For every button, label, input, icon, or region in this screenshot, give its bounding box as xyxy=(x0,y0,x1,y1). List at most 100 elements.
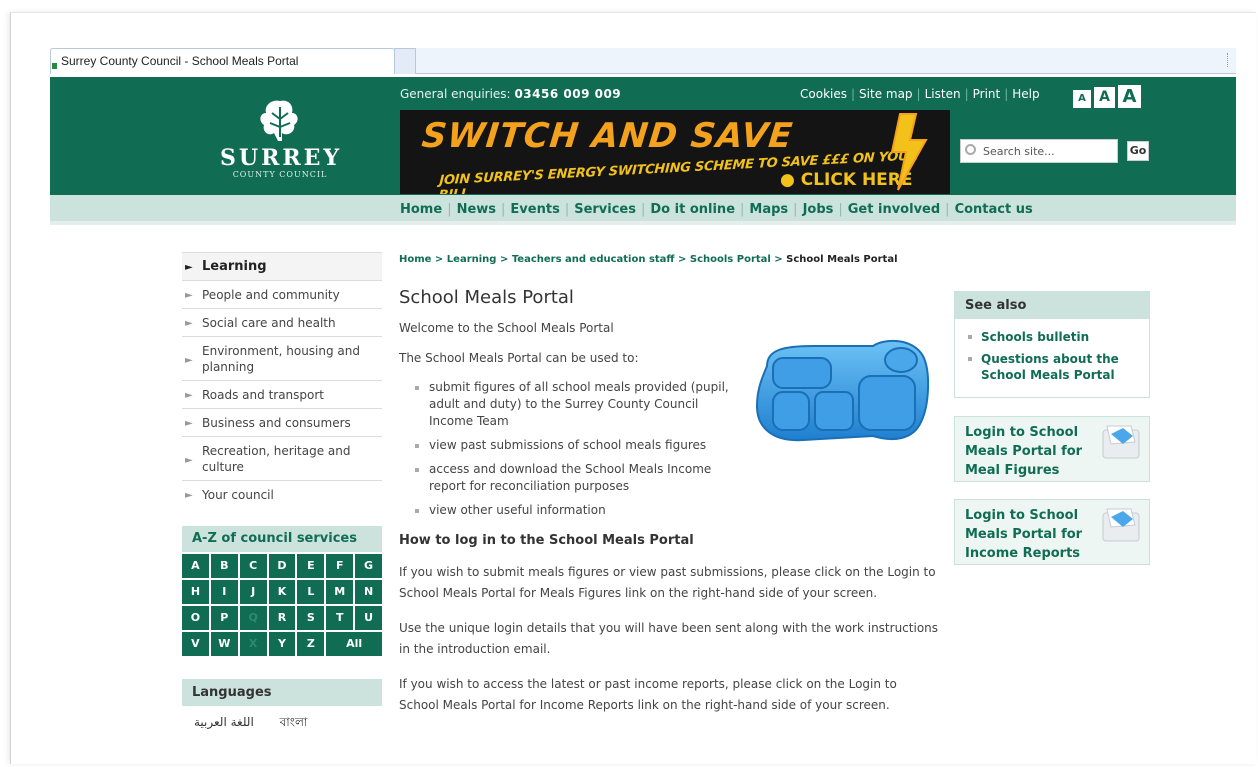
section-nav-learning[interactable]: ► Learning xyxy=(182,252,382,281)
search-input[interactable]: Search site... xyxy=(960,139,1118,163)
howto-para-3: If you wish to access the latest or past… xyxy=(399,677,897,712)
section-nav-environment[interactable]: ► Environment, housing and planning xyxy=(182,337,382,381)
az-letter-a[interactable]: A xyxy=(182,554,209,578)
utility-links: Cookies | Site map | Listen | Print | Help xyxy=(800,87,1040,101)
section-nav-social-care[interactable]: ► Social care and health xyxy=(182,309,382,337)
az-letter-b[interactable]: B xyxy=(210,554,238,578)
chevron-right-icon: ► xyxy=(185,290,193,301)
chevron-right-icon: ► xyxy=(185,390,193,401)
chevron-right-icon: ► xyxy=(185,418,193,429)
az-letter-i[interactable]: I xyxy=(210,580,238,604)
breadcrumb-home[interactable]: Home xyxy=(399,254,431,265)
browser-tab-strip: Surrey County Council - School Meals Por… xyxy=(50,48,1236,74)
section-nav-roads[interactable]: ► Roads and transport xyxy=(182,381,382,409)
az-letter-s[interactable]: S xyxy=(297,606,325,630)
chevron-right-icon: ► xyxy=(185,355,193,366)
nav-news[interactable]: News xyxy=(457,202,496,217)
questions-link[interactable]: Questions about the School Meals Portal xyxy=(965,351,1139,383)
nav-jobs[interactable]: Jobs xyxy=(803,202,834,217)
az-letter-x: X xyxy=(239,632,267,656)
az-letter-f[interactable]: F xyxy=(326,554,354,578)
list-item: view other useful information xyxy=(399,502,739,519)
feature-list: submit figures of all school meals provi… xyxy=(399,379,739,519)
az-letter-r[interactable]: R xyxy=(268,606,296,630)
az-letter-y[interactable]: Y xyxy=(268,632,296,656)
meal-tray-image xyxy=(755,339,930,442)
breadcrumb: Home > Learning > Teachers and education… xyxy=(399,254,898,265)
az-letter-m[interactable]: M xyxy=(326,580,354,604)
text-size-small-button[interactable]: A xyxy=(1073,90,1091,108)
breadcrumb-teachers[interactable]: Teachers and education staff xyxy=(512,254,675,265)
az-letter-c[interactable]: C xyxy=(239,554,267,578)
help-link[interactable]: Help xyxy=(1012,87,1039,101)
surrey-logo[interactable]: SURREY COUNTY COUNCIL xyxy=(220,97,340,187)
nav-maps[interactable]: Maps xyxy=(749,202,788,217)
section-nav-recreation[interactable]: ► Recreation, heritage and culture xyxy=(182,437,382,481)
nav-home[interactable]: Home xyxy=(400,202,442,217)
general-enquiries: General enquiries: 03456 009 009 xyxy=(400,87,621,101)
logo-subtitle: COUNTY COUNCIL xyxy=(232,170,328,179)
az-letter-h[interactable]: H xyxy=(182,580,209,604)
search-go-button[interactable]: Go xyxy=(1127,141,1149,161)
section-nav-your-council[interactable]: ► Your council xyxy=(182,481,382,508)
text-size-large-button[interactable]: A xyxy=(1118,85,1141,108)
az-letter-p[interactable]: P xyxy=(210,606,238,630)
howto-para-1: If you wish to submit meals figures or v… xyxy=(399,565,936,600)
az-letter-d[interactable]: D xyxy=(268,554,296,578)
list-item: view past submissions of school meals fi… xyxy=(399,437,739,454)
text-size-controls: AAA xyxy=(1073,85,1144,108)
see-also-panel: See also Schools bulletin Questions abou… xyxy=(954,291,1150,398)
chevron-right-icon: ► xyxy=(185,262,193,273)
az-letter-e[interactable]: E xyxy=(297,554,325,578)
az-letter-k[interactable]: K xyxy=(268,580,296,604)
az-letter-v[interactable]: V xyxy=(182,632,209,656)
new-tab-button[interactable] xyxy=(394,48,416,74)
az-letter-t[interactable]: T xyxy=(326,606,354,630)
az-letter-j[interactable]: J xyxy=(239,580,267,604)
text-size-medium-button[interactable]: A xyxy=(1094,87,1115,108)
az-letter-g[interactable]: G xyxy=(355,554,382,578)
enquiries-label: General enquiries: xyxy=(400,87,511,101)
login-income-reports-button[interactable]: Login to School Meals Portal for Income … xyxy=(954,499,1150,565)
list-item: submit figures of all school meals provi… xyxy=(399,379,739,430)
chevron-right-icon: ► xyxy=(185,455,193,466)
az-letter-u[interactable]: U xyxy=(355,606,382,630)
nav-do-it-online[interactable]: Do it online xyxy=(650,202,735,217)
breadcrumb-schools-portal[interactable]: Schools Portal xyxy=(690,254,771,265)
nav-events[interactable]: Events xyxy=(510,202,559,217)
login-meal-figures-button[interactable]: Login to School Meals Portal for Meal Fi… xyxy=(954,416,1150,482)
login-income-reports-label: Login to School Meals Portal for Income … xyxy=(965,508,1083,561)
az-title: A-Z of council services xyxy=(182,526,382,552)
section-nav-people[interactable]: ► People and community xyxy=(182,281,382,309)
az-letter-w[interactable]: W xyxy=(210,632,238,656)
site-map-link[interactable]: Site map xyxy=(859,87,913,101)
welcome-text: Welcome to the School Meals Portal xyxy=(399,321,614,335)
nav-get-involved[interactable]: Get involved xyxy=(848,202,940,217)
languages-panel: Languages اللغة العربية বাংলা xyxy=(182,679,382,734)
language-arabic-link[interactable]: اللغة العربية xyxy=(194,715,254,729)
tab-strip-handle xyxy=(1227,53,1230,67)
az-letter-all[interactable]: All xyxy=(326,632,382,656)
listen-link[interactable]: Listen xyxy=(925,87,961,101)
nav-contact-us[interactable]: Contact us xyxy=(955,202,1033,217)
az-grid: A B C D E F G H I J K L M N O P Q R S T U V W X Y Z All xyxy=(182,552,382,656)
print-link[interactable]: Print xyxy=(973,87,1001,101)
main-content: Home > Learning > Teachers and education… xyxy=(399,254,939,716)
browser-tab[interactable]: Surrey County Council - School Meals Por… xyxy=(50,48,395,74)
az-letter-o[interactable]: O xyxy=(182,606,209,630)
chevron-right-icon: ► xyxy=(185,490,193,501)
az-letter-n[interactable]: N xyxy=(355,580,382,604)
language-bengali-link[interactable]: বাংলা xyxy=(280,715,308,729)
switch-and-save-banner[interactable]: SWITCH AND SAVE JOIN SURREY'S ENERGY SWI… xyxy=(400,110,950,194)
nav-services[interactable]: Services xyxy=(574,202,636,217)
section-nav-business[interactable]: ► Business and consumers xyxy=(182,409,382,437)
cookies-link[interactable]: Cookies xyxy=(800,87,847,101)
howto-heading: How to log in to the School Meals Portal xyxy=(399,533,694,548)
az-letter-z[interactable]: Z xyxy=(297,632,325,656)
az-letter-l[interactable]: L xyxy=(297,580,325,604)
site-header: SURREY COUNTY COUNCIL General enquiries:… xyxy=(50,77,1236,195)
az-services: A-Z of council services ABCDEFG HIJKLMN OP… xyxy=(182,526,382,656)
languages-list: اللغة العربية বাংলা xyxy=(182,706,382,734)
schools-bulletin-link[interactable]: Schools bulletin xyxy=(965,329,1139,345)
breadcrumb-learning[interactable]: Learning xyxy=(447,254,497,265)
